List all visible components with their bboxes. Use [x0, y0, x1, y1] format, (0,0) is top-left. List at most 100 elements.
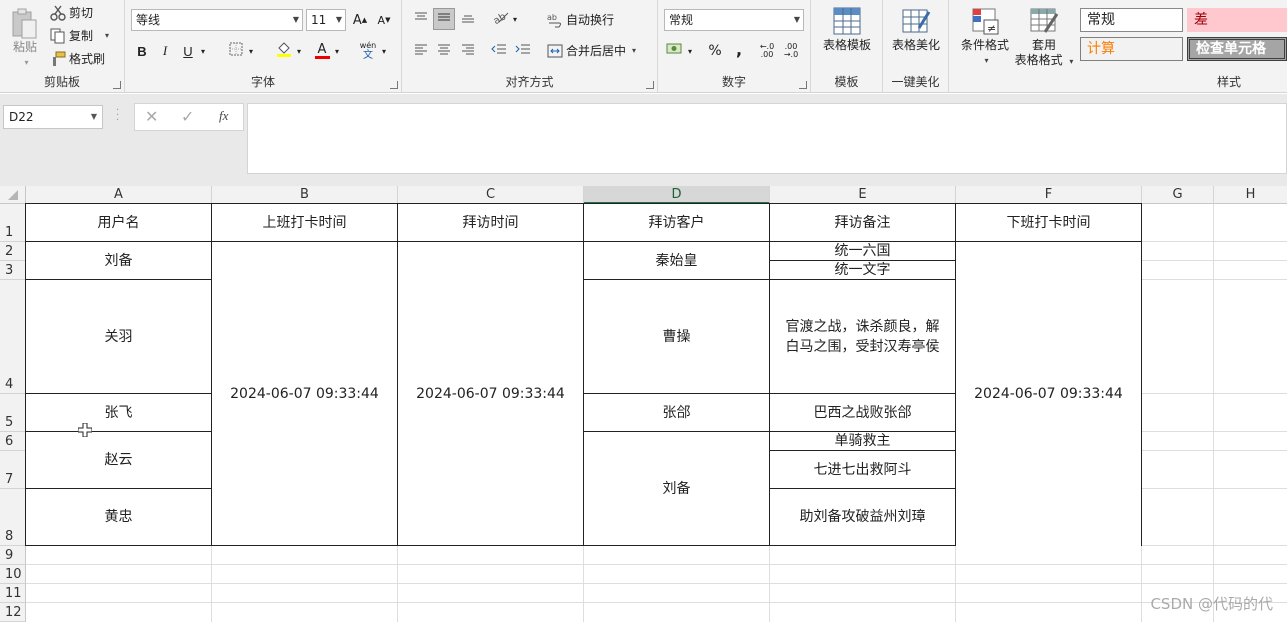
header-cell-visit-time[interactable]: 拜访时间	[397, 203, 584, 242]
percent-button[interactable]: %	[704, 40, 726, 62]
row-header-4[interactable]: 4	[0, 280, 26, 394]
fill-color-dropdown[interactable]: ▾	[293, 40, 305, 62]
formula-input[interactable]	[247, 103, 1287, 174]
paste-button[interactable]: 粘贴 ▾	[6, 2, 44, 70]
customer-cell[interactable]: 秦始皇	[583, 241, 770, 280]
accounting-format-button[interactable]	[664, 40, 686, 62]
customer-cell[interactable]: 曹操	[583, 279, 770, 394]
note-cell[interactable]: 统一文字	[769, 260, 956, 280]
decrease-decimal-button[interactable]: .00 →.0	[780, 40, 802, 62]
dialog-launcher-icon[interactable]	[113, 81, 121, 89]
format-painter-button[interactable]: 格式刷	[50, 50, 105, 67]
bold-button[interactable]: B	[131, 40, 153, 62]
user-cell[interactable]: 关羽	[25, 279, 212, 394]
align-center-button[interactable]	[433, 40, 455, 62]
clock-out-cell[interactable]: 2024-06-07 09:33:44	[955, 241, 1142, 546]
cell-style-calculation[interactable]: 计算	[1080, 37, 1183, 61]
column-header-e[interactable]: E	[770, 186, 956, 204]
chevron-down-icon[interactable]: ▾	[632, 46, 636, 55]
formula-bar-grip-icon[interactable]: · · ·	[116, 106, 120, 126]
row-header-2[interactable]: 2	[0, 242, 26, 261]
cancel-icon[interactable]: ✕	[145, 107, 158, 126]
dialog-launcher-icon[interactable]	[799, 81, 807, 89]
font-size-select[interactable]: 11 ▼	[306, 9, 346, 31]
phonetic-button[interactable]: wén 文	[357, 40, 379, 62]
note-cell[interactable]: 七进七出救阿斗	[769, 450, 956, 489]
border-button[interactable]	[225, 40, 247, 62]
align-bottom-button[interactable]	[457, 8, 479, 30]
column-header-h[interactable]: H	[1214, 186, 1287, 204]
clock-in-cell[interactable]: 2024-06-07 09:33:44	[211, 241, 398, 546]
fill-color-button[interactable]	[273, 40, 295, 62]
enter-icon[interactable]: ✓	[181, 107, 194, 126]
cut-button[interactable]: 剪切	[50, 4, 93, 21]
name-box[interactable]: D22 ▼	[3, 105, 103, 129]
wrap-text-button[interactable]: ab 自动换行	[547, 11, 614, 28]
user-cell[interactable]: 张飞	[25, 393, 212, 432]
column-header-g[interactable]: G	[1142, 186, 1214, 204]
accounting-format-dropdown[interactable]: ▾	[684, 40, 696, 62]
phonetic-dropdown[interactable]: ▾	[378, 40, 390, 62]
dialog-launcher-icon[interactable]	[390, 81, 398, 89]
align-left-button[interactable]	[410, 40, 432, 62]
increase-font-size-button[interactable]: A ▲	[349, 9, 371, 31]
increase-indent-button[interactable]	[512, 40, 534, 62]
row-header-3[interactable]: 3	[0, 261, 26, 280]
align-middle-button[interactable]	[433, 8, 455, 30]
number-format-select[interactable]: 常规 ▼	[664, 9, 804, 31]
row-header-11[interactable]: 11	[0, 584, 26, 603]
header-cell-username[interactable]: 用户名	[25, 203, 212, 242]
select-all-corner[interactable]	[0, 186, 26, 204]
column-header-d[interactable]: D	[584, 186, 770, 204]
customer-cell[interactable]: 张郃	[583, 393, 770, 432]
note-cell[interactable]: 巴西之战败张郃	[769, 393, 956, 432]
row-header-10[interactable]: 10	[0, 565, 26, 584]
conditional-format-button[interactable]: ≠ 条件格式 ▾	[955, 2, 1015, 68]
font-color-dropdown[interactable]: ▾	[331, 40, 343, 62]
align-right-button[interactable]	[457, 40, 479, 62]
user-cell[interactable]: 刘备	[25, 241, 212, 280]
column-header-b[interactable]: B	[212, 186, 398, 204]
row-header-6[interactable]: 6	[0, 432, 26, 451]
note-cell[interactable]: 官渡之战，诛杀颜良，解白马之围，受封汉寿亭侯	[769, 279, 956, 394]
increase-decimal-button[interactable]: ←.0 .00	[756, 40, 778, 62]
table-template-button[interactable]: 表格模板	[817, 2, 877, 53]
header-cell-notes[interactable]: 拜访备注	[769, 203, 956, 242]
header-cell-clock-in[interactable]: 上班打卡时间	[211, 203, 398, 242]
user-cell[interactable]: 赵云	[25, 431, 212, 489]
customer-cell[interactable]: 刘备	[583, 431, 770, 546]
chevron-down-icon[interactable]: ▼	[91, 106, 97, 128]
font-color-button[interactable]: A	[311, 40, 333, 62]
decrease-indent-button[interactable]	[488, 40, 510, 62]
format-as-table-button[interactable]: 套用 表格格式 ▾	[1011, 2, 1077, 69]
cell-style-normal[interactable]: 常规	[1080, 8, 1183, 32]
column-header-f[interactable]: F	[956, 186, 1142, 204]
visit-time-cell[interactable]: 2024-06-07 09:33:44	[397, 241, 584, 546]
underline-dropdown[interactable]: ▾	[197, 40, 209, 62]
table-beautify-button[interactable]: 表格美化	[886, 2, 946, 53]
italic-button[interactable]: I	[154, 40, 176, 62]
note-cell[interactable]: 助刘备攻破益州刘璋	[769, 488, 956, 546]
header-cell-clock-out[interactable]: 下班打卡时间	[955, 203, 1142, 242]
decrease-font-size-button[interactable]: A ▼	[373, 9, 395, 31]
border-dropdown[interactable]: ▾	[245, 40, 257, 62]
header-cell-customer[interactable]: 拜访客户	[583, 203, 770, 242]
merge-center-button[interactable]: 合并后居中 ▾	[547, 42, 636, 59]
copy-button[interactable]: 复制 ▾	[50, 27, 109, 44]
cell-style-bad[interactable]: 差	[1187, 8, 1287, 32]
row-header-7[interactable]: 7	[0, 451, 26, 489]
font-name-select[interactable]: 等线 ▼	[131, 9, 303, 31]
worksheet-grid[interactable]: A B C D E F G H 1 2 3 4 5 6 7 8 9 10 11 …	[0, 186, 1287, 622]
chevron-down-icon[interactable]: ▾	[105, 31, 109, 40]
note-cell[interactable]: 统一六国	[769, 241, 956, 261]
cell-style-check[interactable]: 检查单元格	[1187, 37, 1287, 61]
row-header-5[interactable]: 5	[0, 394, 26, 432]
comma-button[interactable]: ,	[728, 38, 750, 60]
row-header-9[interactable]: 9	[0, 546, 26, 565]
dialog-launcher-icon[interactable]	[646, 81, 654, 89]
column-header-c[interactable]: C	[398, 186, 584, 204]
underline-button[interactable]: U	[177, 40, 199, 62]
insert-function-icon[interactable]: fx	[219, 108, 228, 124]
row-header-1[interactable]: 1	[0, 204, 26, 242]
note-cell[interactable]: 单骑救主	[769, 431, 956, 451]
